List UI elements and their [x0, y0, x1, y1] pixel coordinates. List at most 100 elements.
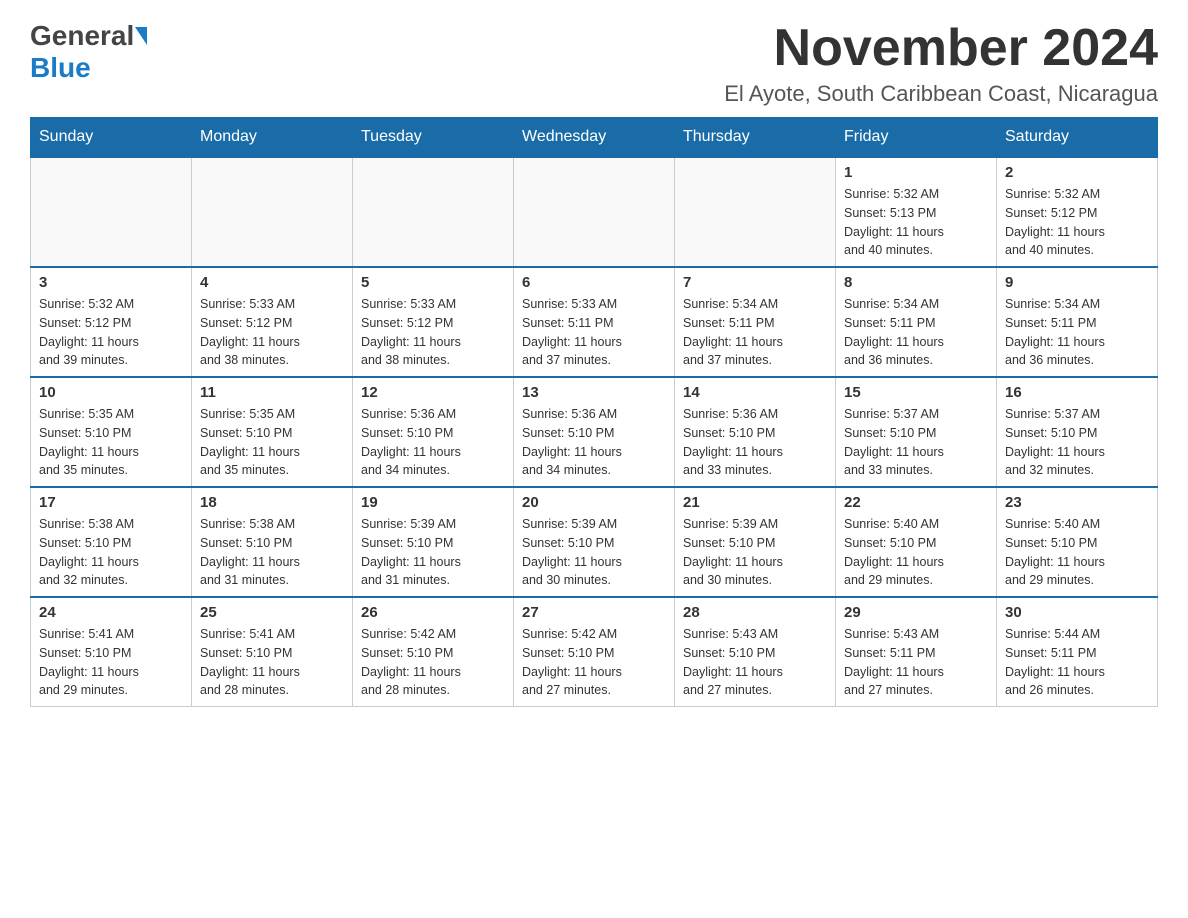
day-number: 18 — [200, 494, 344, 511]
calendar-week-4: 17Sunrise: 5:38 AMSunset: 5:10 PMDayligh… — [31, 487, 1158, 597]
table-row: 12 Sunrise: 5:36 AMSunset: 5:10 PMDayligh… — [353, 377, 514, 487]
table-row: 21 Sunrise: 5:39 AMSunset: 5:10 PMDayligh… — [675, 487, 836, 597]
day-number: 27 — [522, 604, 666, 621]
calendar-week-1: 1Sunrise: 5:32 AMSunset: 5:13 PMDaylight… — [31, 157, 1158, 267]
day-info: Sunrise: 5:38 AMSunset: 5:10 PMDaylight:… — [200, 515, 344, 590]
day-number: 25 — [200, 604, 344, 621]
table-row: 3 Sunrise: 5:32 AMSunset: 5:12 PMDaylight… — [31, 267, 192, 377]
day-info: Sunrise: 5:34 AMSunset: 5:11 PMDaylight:… — [844, 295, 988, 370]
calendar-week-2: 3 Sunrise: 5:32 AMSunset: 5:12 PMDaylight… — [31, 267, 1158, 377]
title-area: November 2024 El Ayote, South Caribbean … — [724, 20, 1158, 107]
day-number: 23 — [1005, 494, 1149, 511]
table-row: 16Sunrise: 5:37 AMSunset: 5:10 PMDayligh… — [997, 377, 1158, 487]
day-info: Sunrise: 5:43 AMSunset: 5:11 PMDaylight:… — [844, 625, 988, 700]
header-wednesday: Wednesday — [514, 118, 675, 158]
day-number: 8 — [844, 274, 988, 291]
table-row: 20 Sunrise: 5:39 AMSunset: 5:10 PMDayligh… — [514, 487, 675, 597]
day-info: Sunrise: 5:39 AMSunset: 5:10 PMDaylight:… — [683, 515, 827, 590]
day-info: Sunrise: 5:33 AMSunset: 5:11 PMDaylight:… — [522, 295, 666, 370]
header-sunday: Sunday — [31, 118, 192, 158]
day-number: 15 — [844, 384, 988, 401]
day-number: 6 — [522, 274, 666, 291]
table-row — [675, 157, 836, 267]
day-number: 22 — [844, 494, 988, 511]
table-row: 30 Sunrise: 5:44 AMSunset: 5:11 PMDayligh… — [997, 597, 1158, 707]
header-saturday: Saturday — [997, 118, 1158, 158]
table-row: 2 Sunrise: 5:32 AMSunset: 5:12 PMDaylight… — [997, 157, 1158, 267]
day-info: Sunrise: 5:44 AMSunset: 5:11 PMDaylight:… — [1005, 625, 1149, 700]
day-info: Sunrise: 5:36 AMSunset: 5:10 PMDaylight:… — [683, 405, 827, 480]
table-row: 8 Sunrise: 5:34 AMSunset: 5:11 PMDaylight… — [836, 267, 997, 377]
day-number: 2 — [1005, 164, 1149, 181]
day-number: 4 — [200, 274, 344, 291]
day-number: 3 — [39, 274, 183, 291]
table-row: 22 Sunrise: 5:40 AMSunset: 5:10 PMDayligh… — [836, 487, 997, 597]
table-row: 17Sunrise: 5:38 AMSunset: 5:10 PMDayligh… — [31, 487, 192, 597]
table-row: 14 Sunrise: 5:36 AMSunset: 5:10 PMDayligh… — [675, 377, 836, 487]
day-number: 12 — [361, 384, 505, 401]
day-info: Sunrise: 5:39 AMSunset: 5:10 PMDaylight:… — [522, 515, 666, 590]
table-row: 26 Sunrise: 5:42 AMSunset: 5:10 PMDayligh… — [353, 597, 514, 707]
header-monday: Monday — [192, 118, 353, 158]
day-info: Sunrise: 5:36 AMSunset: 5:10 PMDaylight:… — [522, 405, 666, 480]
day-info: Sunrise: 5:41 AMSunset: 5:10 PMDaylight:… — [39, 625, 183, 700]
table-row: 29 Sunrise: 5:43 AMSunset: 5:11 PMDayligh… — [836, 597, 997, 707]
day-info: Sunrise: 5:43 AMSunset: 5:10 PMDaylight:… — [683, 625, 827, 700]
day-info: Sunrise: 5:32 AMSunset: 5:13 PMDaylight:… — [844, 185, 988, 260]
day-info: Sunrise: 5:32 AMSunset: 5:12 PMDaylight:… — [39, 295, 183, 370]
header-tuesday: Tuesday — [353, 118, 514, 158]
location-subtitle: El Ayote, South Caribbean Coast, Nicarag… — [724, 81, 1158, 107]
day-info: Sunrise: 5:35 AMSunset: 5:10 PMDaylight:… — [200, 405, 344, 480]
day-info: Sunrise: 5:41 AMSunset: 5:10 PMDaylight:… — [200, 625, 344, 700]
table-row: 9Sunrise: 5:34 AMSunset: 5:11 PMDaylight… — [997, 267, 1158, 377]
day-info: Sunrise: 5:42 AMSunset: 5:10 PMDaylight:… — [522, 625, 666, 700]
table-row — [192, 157, 353, 267]
day-number: 7 — [683, 274, 827, 291]
header-thursday: Thursday — [675, 118, 836, 158]
day-number: 11 — [200, 384, 344, 401]
day-info: Sunrise: 5:34 AMSunset: 5:11 PMDaylight:… — [1005, 295, 1149, 370]
day-info: Sunrise: 5:42 AMSunset: 5:10 PMDaylight:… — [361, 625, 505, 700]
day-info: Sunrise: 5:37 AMSunset: 5:10 PMDaylight:… — [844, 405, 988, 480]
day-number: 5 — [361, 274, 505, 291]
table-row: 4Sunrise: 5:33 AMSunset: 5:12 PMDaylight… — [192, 267, 353, 377]
day-info: Sunrise: 5:40 AMSunset: 5:10 PMDaylight:… — [844, 515, 988, 590]
logo: General Blue — [30, 20, 147, 84]
day-info: Sunrise: 5:32 AMSunset: 5:12 PMDaylight:… — [1005, 185, 1149, 260]
day-number: 30 — [1005, 604, 1149, 621]
table-row: 27 Sunrise: 5:42 AMSunset: 5:10 PMDayligh… — [514, 597, 675, 707]
day-info: Sunrise: 5:36 AMSunset: 5:10 PMDaylight:… — [361, 405, 505, 480]
day-info: Sunrise: 5:38 AMSunset: 5:10 PMDaylight:… — [39, 515, 183, 590]
day-number: 13 — [522, 384, 666, 401]
day-number: 28 — [683, 604, 827, 621]
table-row: 10 Sunrise: 5:35 AMSunset: 5:10 PMDayligh… — [31, 377, 192, 487]
day-number: 21 — [683, 494, 827, 511]
table-row: 5Sunrise: 5:33 AMSunset: 5:12 PMDaylight… — [353, 267, 514, 377]
table-row: 15 Sunrise: 5:37 AMSunset: 5:10 PMDayligh… — [836, 377, 997, 487]
day-info: Sunrise: 5:39 AMSunset: 5:10 PMDaylight:… — [361, 515, 505, 590]
day-info: Sunrise: 5:34 AMSunset: 5:11 PMDaylight:… — [683, 295, 827, 370]
table-row: 25 Sunrise: 5:41 AMSunset: 5:10 PMDayligh… — [192, 597, 353, 707]
table-row — [31, 157, 192, 267]
table-row: 6 Sunrise: 5:33 AMSunset: 5:11 PMDaylight… — [514, 267, 675, 377]
day-number: 20 — [522, 494, 666, 511]
header-friday: Friday — [836, 118, 997, 158]
day-number: 14 — [683, 384, 827, 401]
day-number: 10 — [39, 384, 183, 401]
table-row: 19Sunrise: 5:39 AMSunset: 5:10 PMDayligh… — [353, 487, 514, 597]
table-row: 7 Sunrise: 5:34 AMSunset: 5:11 PMDaylight… — [675, 267, 836, 377]
logo-triangle-icon — [135, 27, 147, 45]
logo-general-text: General — [30, 20, 134, 52]
table-row: 1Sunrise: 5:32 AMSunset: 5:13 PMDaylight… — [836, 157, 997, 267]
day-number: 24 — [39, 604, 183, 621]
table-row — [514, 157, 675, 267]
day-number: 26 — [361, 604, 505, 621]
day-info: Sunrise: 5:35 AMSunset: 5:10 PMDaylight:… — [39, 405, 183, 480]
logo-blue-text: Blue — [30, 52, 91, 83]
day-number: 29 — [844, 604, 988, 621]
table-row: 11 Sunrise: 5:35 AMSunset: 5:10 PMDayligh… — [192, 377, 353, 487]
table-row: 24 Sunrise: 5:41 AMSunset: 5:10 PMDayligh… — [31, 597, 192, 707]
table-row: 23Sunrise: 5:40 AMSunset: 5:10 PMDayligh… — [997, 487, 1158, 597]
table-row — [353, 157, 514, 267]
table-row: 13 Sunrise: 5:36 AMSunset: 5:10 PMDayligh… — [514, 377, 675, 487]
